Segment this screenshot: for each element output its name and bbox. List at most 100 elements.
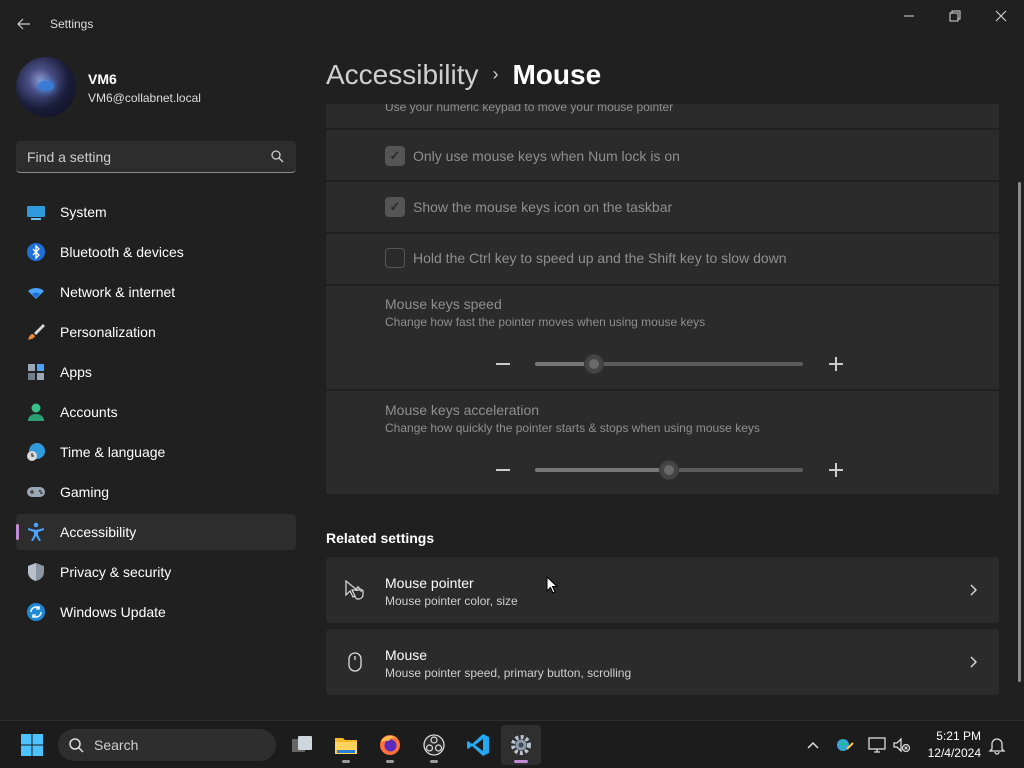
taskbar: Search 5:21 PM 12/4/2024 (0, 720, 1024, 768)
apps-icon (28, 364, 44, 380)
title-bar: Settings (0, 0, 1024, 48)
speed-slider[interactable] (535, 354, 803, 374)
user-profile[interactable]: VM6 VM6@collabnet.local (16, 57, 296, 119)
vscode-icon (467, 734, 489, 756)
sidebar-item-label: Accessibility (60, 524, 137, 540)
file-explorer-button[interactable] (326, 725, 366, 765)
minimize-icon[interactable] (898, 6, 920, 28)
brush-icon (28, 324, 45, 340)
sidebar-item-label: System (60, 204, 107, 220)
settings-window: Settings VM6 VM6@collabnet.local Find a … (0, 0, 1024, 720)
mouse-icon (348, 652, 362, 672)
chevron-right-icon (970, 584, 977, 596)
clock-date[interactable]: 12/4/2024 (915, 746, 981, 760)
ctrl-shift-row[interactable]: Hold the Ctrl key to speed up and the Sh… (326, 234, 999, 284)
firefox-icon (380, 735, 400, 755)
sidebar-item-personalization[interactable]: Personalization (16, 314, 296, 350)
mouse-keys-speed-card: Mouse keys speed Change how fast the poi… (326, 286, 999, 389)
sidebar-item-apps[interactable]: Apps (16, 354, 296, 390)
taskbar-search[interactable]: Search (58, 729, 276, 761)
user-name: VM6 (88, 71, 117, 87)
acceleration-slider-fill (535, 468, 669, 472)
sidebar-item-bluetooth[interactable]: Bluetooth & devices (16, 234, 296, 270)
firefox-button[interactable] (370, 725, 410, 765)
mouse-keys-acceleration-card: Mouse keys acceleration Change how quick… (326, 391, 999, 494)
mouse-keys-acceleration-label: Mouse keys acceleration (385, 402, 540, 418)
taskbar-icon-checkbox[interactable]: ✓ (385, 197, 405, 217)
acceleration-slider[interactable] (535, 460, 803, 480)
clock-time[interactable]: 5:21 PM (915, 729, 981, 743)
ctrl-shift-checkbox[interactable] (385, 248, 405, 268)
gamepad-icon (27, 487, 45, 497)
mouse-label: Mouse (385, 647, 428, 663)
numlock-only-label: Only use mouse keys when Num lock is on (413, 148, 680, 164)
mouse-keys-acceleration-description: Change how quickly the pointer starts & … (385, 421, 760, 435)
sidebar-item-time-language[interactable]: Time & language (16, 434, 296, 470)
back-arrow-icon[interactable] (14, 12, 34, 36)
accessibility-icon (28, 522, 44, 541)
sidebar-item-gaming[interactable]: Gaming (16, 474, 296, 510)
search-icon (271, 150, 284, 163)
sidebar-item-windows-update[interactable]: Windows Update (16, 594, 296, 630)
minus-icon (496, 469, 510, 471)
chevron-up-icon[interactable] (803, 735, 823, 755)
file-explorer-icon (335, 738, 357, 754)
scrollbar[interactable] (1018, 182, 1021, 682)
bluetooth-icon (27, 243, 45, 261)
running-indicator (430, 760, 438, 763)
acceleration-slider-thumb[interactable] (659, 460, 679, 480)
sidebar-item-label: Personalization (60, 324, 156, 340)
display-icon[interactable] (867, 735, 887, 755)
taskbar-icon-row[interactable]: ✓ Show the mouse keys icon on the taskba… (326, 182, 999, 232)
sidebar-item-system[interactable]: System (16, 194, 296, 230)
sidebar-item-label: Gaming (60, 484, 110, 500)
running-indicator (342, 760, 350, 763)
notification-bell-icon[interactable] (987, 735, 1007, 755)
task-view-button[interactable] (282, 725, 322, 765)
breadcrumb-parent[interactable]: Accessibility (326, 59, 478, 90)
sidebar-item-network[interactable]: Network & internet (16, 274, 296, 310)
system-icon (27, 206, 45, 220)
network-status-icon[interactable] (835, 735, 855, 755)
mouse-keys-header-card: Use your numeric keypad to move your mou… (326, 104, 999, 128)
obs-button[interactable] (414, 725, 454, 765)
plus-icon (829, 357, 843, 371)
task-view-icon (292, 736, 312, 752)
close-icon[interactable] (990, 6, 1012, 28)
page-title: Mouse (512, 59, 602, 90)
sidebar-item-privacy[interactable]: Privacy & security (16, 554, 296, 590)
volume-muted-icon[interactable] (891, 735, 911, 755)
sidebar-item-label: Time & language (60, 444, 166, 460)
breadcrumb-separator: › (492, 64, 499, 84)
avatar (16, 57, 76, 117)
person-icon (28, 403, 44, 421)
mouse-keys-speed-description: Change how fast the pointer moves when u… (385, 315, 706, 329)
obs-icon (423, 734, 445, 756)
sidebar-item-label: Windows Update (60, 604, 166, 620)
sidebar-item-accessibility[interactable]: Accessibility (16, 514, 296, 550)
numlock-only-checkbox[interactable]: ✓ (385, 146, 405, 166)
chevron-right-icon (970, 656, 977, 668)
restore-icon[interactable] (944, 6, 966, 28)
user-email: VM6@collabnet.local (88, 91, 201, 105)
mouse-settings-link[interactable]: Mouse Mouse pointer speed, primary butto… (326, 629, 999, 695)
numlock-only-row[interactable]: ✓ Only use mouse keys when Num lock is o… (326, 130, 999, 180)
mouse-pointer-description: Mouse pointer color, size (385, 594, 518, 608)
minus-icon (496, 363, 510, 365)
speed-slider-thumb[interactable] (584, 354, 604, 374)
vscode-button[interactable] (458, 725, 498, 765)
mouse-pointer-link[interactable]: Mouse pointer Mouse pointer color, size (326, 557, 999, 623)
find-setting-input[interactable]: Find a setting (16, 141, 296, 173)
globe-clock-icon (27, 443, 45, 461)
search-icon (69, 738, 84, 753)
sidebar-item-accounts[interactable]: Accounts (16, 394, 296, 430)
mouse-pointer-label: Mouse pointer (385, 575, 474, 591)
taskbar-search-label: Search (94, 737, 139, 753)
mouse-pointer-icon (345, 579, 364, 600)
windows-start-icon[interactable] (20, 733, 44, 757)
wifi-icon (28, 287, 44, 299)
breadcrumb: Accessibility › Mouse (326, 58, 601, 95)
settings-content: Use your numeric keypad to move your mou… (326, 104, 1000, 720)
settings-taskbar-button[interactable] (501, 725, 541, 765)
taskbar-icon-label: Show the mouse keys icon on the taskbar (413, 199, 673, 215)
